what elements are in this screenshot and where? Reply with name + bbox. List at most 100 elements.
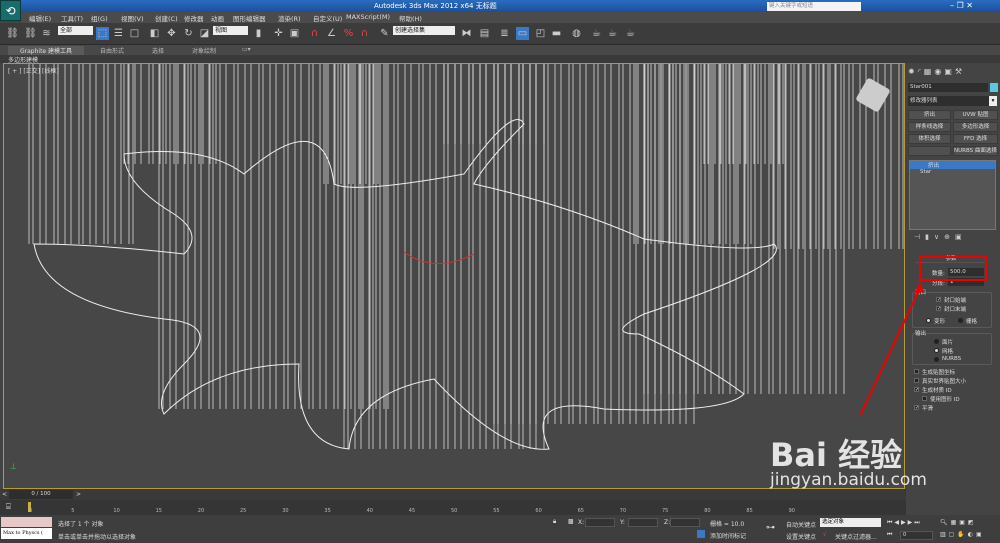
select-object-icon[interactable]: ⬚ xyxy=(96,27,109,40)
rendered-frame-icon[interactable]: ☕ xyxy=(606,27,619,40)
modifier-uvw-button[interactable]: UVW 贴图 xyxy=(953,110,998,120)
render-icon[interactable]: ☕ xyxy=(624,27,637,40)
absolute-mode-icon[interactable]: ▩ xyxy=(568,518,574,525)
frame-counter[interactable]: 0 / 100 xyxy=(9,490,73,499)
modifier-vol-select-button[interactable]: 体积选择 xyxy=(908,134,951,144)
object-color-swatch[interactable] xyxy=(990,83,998,92)
auto-key-button[interactable]: 自动关键点 xyxy=(786,520,816,529)
menu-item[interactable]: 动画 xyxy=(211,13,224,23)
time-tag-icon[interactable] xyxy=(697,530,705,538)
bind-spacewarp-icon[interactable]: ≋ xyxy=(40,27,53,40)
menu-item[interactable]: 图形编辑器 xyxy=(233,13,266,23)
select-by-name-icon[interactable]: ☰ xyxy=(112,27,125,40)
time-slider[interactable]: < 0 / 100 > xyxy=(0,489,906,500)
scene-explorer-icon[interactable]: ▭ xyxy=(516,27,529,40)
align-icon[interactable]: ▤ xyxy=(478,27,491,40)
modifier-list-dropdown[interactable]: 修改器列表 ▾ xyxy=(908,96,997,106)
menu-item[interactable]: 修改器 xyxy=(184,13,204,23)
menu-item[interactable]: 自定义(U) xyxy=(313,13,342,23)
grid-radio[interactable] xyxy=(958,318,963,323)
prev-frame-button[interactable]: < xyxy=(2,491,7,498)
modifier-empty-button[interactable] xyxy=(908,146,951,156)
modifier-nurbs-select-button[interactable]: NURBS 曲面选择 xyxy=(953,146,998,156)
ribbon-options-icon[interactable]: ▭▾ xyxy=(242,46,251,53)
menu-item[interactable]: 帮助(H) xyxy=(399,13,422,23)
percent-snap-icon[interactable]: % xyxy=(342,27,355,40)
y-field[interactable] xyxy=(628,518,658,527)
move-icon[interactable]: ✥ xyxy=(165,27,178,40)
window-controls[interactable]: – ❐ ✕ xyxy=(950,1,973,10)
viewport-front[interactable]: [ + ] [正交] [线框] ⊥ xyxy=(3,63,905,489)
angle-snap-icon[interactable]: ∠ xyxy=(325,27,338,40)
maxscript-output[interactable]: Max to Physcs ( xyxy=(1,528,52,539)
tab-graphite[interactable]: Graphite 建模工具 xyxy=(8,46,85,55)
modifier-extrude-button[interactable]: 挤出 xyxy=(908,110,951,120)
key-filters-button[interactable]: 关键点过滤器... xyxy=(835,532,877,541)
window-crossing-icon[interactable]: ◧ xyxy=(148,27,161,40)
modifier-spline-select-button[interactable]: 样条线选择 xyxy=(908,122,951,132)
modifier-ffd-select-button[interactable]: FFD 选择 xyxy=(953,134,998,144)
menu-item[interactable]: 渲染(R) xyxy=(278,13,301,23)
viewport-nav-controls-2[interactable]: ▥▢✋◐▣ xyxy=(940,531,985,538)
scale-icon[interactable]: ◪ xyxy=(198,27,211,40)
viewport-label[interactable]: [ + ] [正交] [线框] xyxy=(8,66,59,75)
schematic-view-icon[interactable]: ▬ xyxy=(550,27,563,40)
menu-item[interactable]: 工具(T) xyxy=(61,13,83,23)
menu-item[interactable]: 视图(V) xyxy=(121,13,144,23)
mesh-radio[interactable] xyxy=(934,348,939,353)
rotate-icon[interactable]: ↻ xyxy=(182,27,195,40)
tab-selection[interactable]: 选择 xyxy=(152,46,164,55)
mirror-icon[interactable]: ⧓ xyxy=(460,27,473,40)
viewport-nav-controls[interactable]: 🔍︎▦▣◩ xyxy=(940,519,977,526)
app-logo-icon[interactable]: ⟲ xyxy=(0,0,21,21)
material-editor-icon[interactable]: ◍ xyxy=(570,27,583,40)
link-icon[interactable]: ⛓ xyxy=(6,27,19,40)
next-frame-button[interactable]: > xyxy=(76,491,81,498)
nurbs-radio[interactable] xyxy=(934,357,939,362)
manipulate-icon[interactable]: ✛ xyxy=(272,27,285,40)
object-name-field[interactable]: Star001 xyxy=(908,83,988,92)
spinner-snap-icon[interactable]: ∩ xyxy=(358,27,371,40)
x-field[interactable] xyxy=(585,518,615,527)
keyboard-shortcut-icon[interactable]: ▣ xyxy=(288,27,301,40)
render-setup-icon[interactable]: ☕ xyxy=(590,27,603,40)
menu-item[interactable]: 组(G) xyxy=(91,13,108,23)
z-field[interactable] xyxy=(670,518,700,527)
rect-selection-icon[interactable]: □ xyxy=(128,27,141,40)
menu-item[interactable]: 编辑(E) xyxy=(29,13,51,23)
pivot-icon[interactable]: ▮ xyxy=(252,27,265,40)
tab-object-paint[interactable]: 对象绘制 xyxy=(192,46,216,55)
edit-named-selection-icon[interactable]: ✎ xyxy=(378,27,391,40)
patch-radio[interactable] xyxy=(934,339,939,344)
key-icon[interactable]: ⊶ xyxy=(766,523,775,533)
stack-item-star[interactable]: Star xyxy=(910,169,995,177)
cap-end-checkbox[interactable]: ✓ xyxy=(936,306,941,312)
add-time-tag[interactable]: 添加时间标记 xyxy=(710,531,746,540)
tab-freeform[interactable]: 自由形式 xyxy=(100,46,124,55)
modifier-poly-select-button[interactable]: 多边形选择 xyxy=(953,122,998,132)
unlink-icon[interactable]: ⛓ xyxy=(24,27,37,40)
stack-tools-icons[interactable]: ⊣▮∨⊕▣ xyxy=(914,233,967,241)
named-selection-dropdown[interactable]: 创建选择集 xyxy=(393,26,455,35)
maxscript-listener[interactable] xyxy=(1,517,52,527)
layer-manager-icon[interactable]: ≣ xyxy=(498,27,511,40)
lock-icon[interactable]: 🔒︎ xyxy=(553,518,556,526)
menu-item[interactable]: MAXScript(M) xyxy=(346,13,390,21)
timeline-tick: 60 xyxy=(535,508,542,514)
cap-start-checkbox[interactable]: ✓ xyxy=(936,297,941,303)
key-target-dropdown[interactable]: 选定对象 xyxy=(820,518,881,527)
mini-curve-editor-icon[interactable]: ⌸ xyxy=(6,502,11,512)
stack-item-extrude[interactable]: 挤出 xyxy=(910,161,995,169)
current-frame-field[interactable]: 0 xyxy=(900,531,933,540)
menu-item[interactable]: 创建(C) xyxy=(155,13,178,23)
time-config-icon[interactable]: ⏮ xyxy=(887,531,892,539)
snap-icon[interactable]: ∩ xyxy=(308,27,321,40)
playback-controls[interactable]: ⏮◀▶▶⏭ xyxy=(887,519,922,527)
curve-editor-icon[interactable]: ◰ xyxy=(534,27,547,40)
track-bar[interactable]: ⌸ 0 5 10 15 20 25 30 35 40 45 50 55 60 65 70 75 80 85 90 xyxy=(0,500,906,515)
set-key-button[interactable]: 设置关键点 xyxy=(786,532,816,541)
search-input[interactable]: 键入关键字或短语 xyxy=(767,2,861,11)
command-panel-tabs[interactable]: ✹◜▦◉▣⚒ xyxy=(908,67,965,76)
reference-coord-dropdown[interactable]: 视图 xyxy=(213,26,248,35)
selection-filter-dropdown[interactable]: 全部 xyxy=(58,26,93,35)
